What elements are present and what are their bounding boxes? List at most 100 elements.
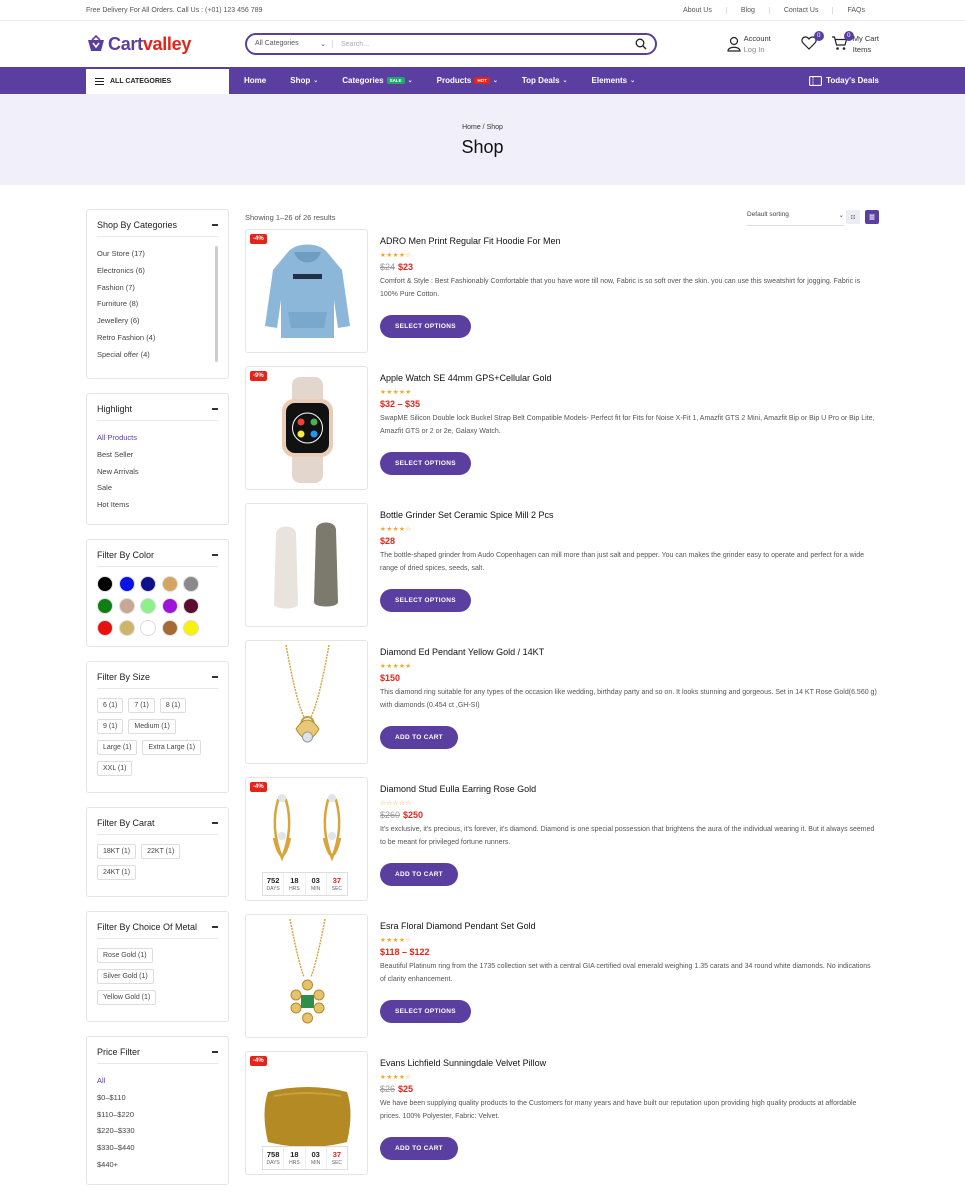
categories-item[interactable]: Electronics (6) bbox=[97, 263, 218, 280]
categories-item[interactable]: Jewellery (6) bbox=[97, 313, 218, 330]
link-about[interactable]: About Us bbox=[669, 7, 726, 14]
color-swatch[interactable] bbox=[118, 597, 135, 614]
add-to-cart-button[interactable]: ADD TO CART bbox=[380, 1137, 458, 1160]
search-input[interactable]: Search... bbox=[333, 41, 635, 48]
color-swatch[interactable] bbox=[140, 597, 156, 614]
carat-chip[interactable]: 24KT (1) bbox=[97, 864, 137, 880]
product-image[interactable] bbox=[245, 914, 368, 1038]
search-icon[interactable] bbox=[635, 38, 647, 50]
todays-deals-link[interactable]: Today's Deals bbox=[809, 75, 879, 86]
add-to-cart-button[interactable]: ADD TO CART bbox=[380, 726, 458, 749]
add-to-cart-button[interactable]: ADD TO CART bbox=[380, 863, 458, 886]
nav-item-categories[interactable]: Categories SALE ⌄ bbox=[342, 76, 412, 85]
color-swatch[interactable] bbox=[161, 597, 178, 614]
categories-item[interactable]: Our Store (17) bbox=[97, 246, 218, 263]
product-image[interactable] bbox=[245, 640, 368, 764]
logo[interactable]: Cartvalley bbox=[86, 34, 245, 55]
price-item[interactable]: $440+ bbox=[97, 1157, 218, 1174]
product-title[interactable]: Esra Floral Diamond Pendant Set Gold bbox=[380, 921, 877, 931]
link-contact[interactable]: Contact Us bbox=[768, 6, 833, 14]
size-chip[interactable]: 8 (1) bbox=[159, 697, 187, 713]
color-swatch[interactable] bbox=[140, 575, 156, 592]
product-title[interactable]: Evans Lichfield Sunningdale Velvet Pillo… bbox=[380, 1058, 877, 1068]
wishlist-button[interactable]: 0 bbox=[801, 31, 824, 53]
collapse-icon[interactable] bbox=[212, 1051, 218, 1053]
select-options-button[interactable]: SELECT OPTIONS bbox=[380, 452, 471, 475]
categories-item[interactable]: Retro Fashion (4) bbox=[97, 330, 218, 347]
color-swatch[interactable] bbox=[97, 597, 113, 614]
price-item[interactable]: All bbox=[97, 1073, 218, 1090]
select-options-button[interactable]: SELECT OPTIONS bbox=[380, 1000, 471, 1023]
color-swatch[interactable] bbox=[97, 575, 113, 592]
size-chip[interactable]: 7 (1) bbox=[128, 697, 155, 713]
nav-item-elements[interactable]: Elements ⌄ bbox=[592, 76, 636, 85]
size-chip[interactable]: 9 (1) bbox=[97, 718, 124, 734]
categories-item[interactable]: Special offer (4) bbox=[97, 347, 218, 364]
categories-item[interactable]: Fashion (7) bbox=[97, 280, 218, 297]
nav-item-top-deals[interactable]: Top Deals ⌄ bbox=[522, 76, 568, 85]
price-item[interactable]: $110–$220 bbox=[97, 1107, 218, 1124]
product-image[interactable]: -4% 758 DAYS 18 HRS 03 MIN 37 SEC bbox=[245, 1051, 368, 1175]
product-image[interactable]: -4% bbox=[245, 229, 368, 353]
product-image[interactable]: -9% bbox=[245, 366, 368, 490]
list-view-button[interactable] bbox=[865, 210, 879, 224]
category-scrollbar[interactable] bbox=[215, 246, 218, 362]
color-swatch[interactable] bbox=[118, 575, 135, 592]
highlight-item[interactable]: Best Seller bbox=[97, 447, 218, 464]
nav-item-shop[interactable]: Shop ⌄ bbox=[290, 76, 318, 85]
select-options-button[interactable]: SELECT OPTIONS bbox=[380, 589, 471, 612]
collapse-icon[interactable] bbox=[212, 554, 218, 556]
highlight-item[interactable]: Sale bbox=[97, 480, 218, 497]
link-faqs[interactable]: FAQs bbox=[832, 6, 879, 14]
highlight-item[interactable]: New Arrivals bbox=[97, 464, 218, 481]
carat-chip[interactable]: 18KT (1) bbox=[97, 843, 137, 859]
select-options-button[interactable]: SELECT OPTIONS bbox=[380, 315, 471, 338]
product-title[interactable]: Bottle Grinder Set Ceramic Spice Mill 2 … bbox=[380, 510, 877, 520]
metal-chip[interactable]: Yellow Gold (1) bbox=[97, 989, 157, 1005]
account-link[interactable]: Account Log In bbox=[727, 33, 771, 55]
price-item[interactable]: $0–$110 bbox=[97, 1090, 218, 1107]
color-swatch[interactable] bbox=[161, 619, 178, 636]
nav-item-home[interactable]: Home bbox=[244, 76, 266, 85]
product-title[interactable]: ADRO Men Print Regular Fit Hoodie For Me… bbox=[380, 236, 877, 246]
size-chip[interactable]: Extra Large (1) bbox=[142, 739, 202, 755]
product-image[interactable] bbox=[245, 503, 368, 627]
color-swatch[interactable] bbox=[118, 619, 135, 636]
color-swatch[interactable] bbox=[97, 619, 113, 636]
cart-button[interactable]: 0 My Cart Items bbox=[831, 31, 879, 55]
color-swatch[interactable] bbox=[183, 619, 199, 636]
highlight-item[interactable]: All Products bbox=[97, 430, 218, 447]
price-item[interactable]: $330–$440 bbox=[97, 1140, 218, 1157]
collapse-icon[interactable] bbox=[212, 224, 218, 226]
nav-item-products[interactable]: Products HOT ⌄ bbox=[437, 76, 498, 85]
highlight-item[interactable]: Hot Items bbox=[97, 497, 218, 514]
size-chip[interactable]: 6 (1) bbox=[97, 697, 124, 713]
all-categories-button[interactable]: ALL CATEGORIES bbox=[86, 67, 229, 94]
search-category-select[interactable]: All Categories ⌄ bbox=[255, 40, 333, 48]
collapse-icon[interactable] bbox=[212, 408, 218, 410]
breadcrumb[interactable]: Home / Shop bbox=[0, 124, 965, 131]
color-swatch[interactable] bbox=[140, 619, 156, 636]
sort-select[interactable]: Default sorting ⌄ bbox=[747, 211, 844, 226]
link-blog[interactable]: Blog bbox=[725, 6, 769, 14]
size-chip[interactable]: XXL (1) bbox=[97, 760, 133, 776]
product-title[interactable]: Diamond Ed Pendant Yellow Gold / 14KT bbox=[380, 647, 877, 657]
metal-chip[interactable]: Rose Gold (1) bbox=[97, 947, 153, 963]
product-title[interactable]: Apple Watch SE 44mm GPS+Cellular Gold bbox=[380, 373, 877, 383]
collapse-icon[interactable] bbox=[212, 926, 218, 928]
size-chip[interactable]: Medium (1) bbox=[128, 718, 176, 734]
product-title[interactable]: Diamond Stud Eulla Earring Rose Gold bbox=[380, 784, 877, 794]
categories-item[interactable]: Furniture (8) bbox=[97, 296, 218, 313]
collapse-icon[interactable] bbox=[212, 676, 218, 678]
metal-chip[interactable]: Silver Gold (1) bbox=[97, 968, 154, 984]
color-swatch[interactable] bbox=[161, 575, 178, 592]
price-item[interactable]: $220–$330 bbox=[97, 1123, 218, 1140]
widget-title: Filter By Choice Of Metal bbox=[97, 921, 198, 932]
color-swatch[interactable] bbox=[183, 575, 199, 592]
carat-chip[interactable]: 22KT (1) bbox=[141, 843, 181, 859]
grid-view-button[interactable] bbox=[846, 210, 860, 224]
collapse-icon[interactable] bbox=[212, 822, 218, 824]
size-chip[interactable]: Large (1) bbox=[97, 739, 138, 755]
product-image[interactable]: -4% 752 DAYS 18 HRS 03 MIN 37 SEC bbox=[245, 777, 368, 901]
color-swatch[interactable] bbox=[183, 597, 199, 614]
